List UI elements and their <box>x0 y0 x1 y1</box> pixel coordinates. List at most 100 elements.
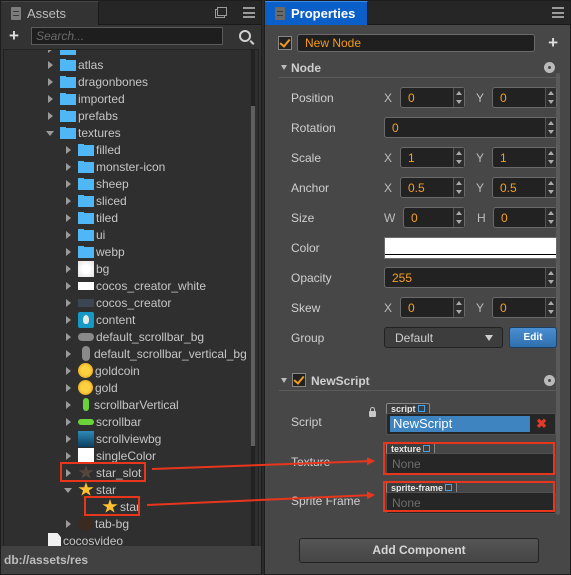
tab-assets[interactable]: Assets <box>1 1 99 25</box>
tree-item-gold[interactable]: gold <box>64 379 118 396</box>
tree-item-scrollbar[interactable]: scrollbar <box>64 413 141 430</box>
position-x-input[interactable]: 0 <box>400 87 465 108</box>
size-w-input[interactable]: 0 <box>403 207 465 228</box>
rotation-input[interactable]: 0 <box>384 117 557 138</box>
add-icon[interactable]: + <box>548 34 558 51</box>
collapse-arrow-icon[interactable] <box>64 145 74 155</box>
collapse-arrow-icon[interactable] <box>64 315 74 325</box>
tree-item-textures[interactable]: textures <box>46 124 121 141</box>
scale-y-input[interactable]: 1 <box>492 147 557 168</box>
create-asset-button[interactable]: + <box>5 27 23 45</box>
node-name-input[interactable] <box>297 34 535 52</box>
spinner[interactable] <box>545 208 556 227</box>
color-picker[interactable] <box>384 237 557 259</box>
expand-arrow-icon[interactable] <box>46 128 56 138</box>
tree-item-monster-icon[interactable]: monster-icon <box>64 158 165 175</box>
tree-item-star_slot[interactable]: star_slot <box>64 464 141 481</box>
tree-item-scrollviewbg[interactable]: scrollviewbg <box>64 430 161 447</box>
spinner[interactable] <box>453 88 464 107</box>
collapse-arrow-icon[interactable] <box>46 77 56 87</box>
texture-field[interactable]: None <box>386 453 556 475</box>
collapse-arrow-icon[interactable] <box>64 247 74 257</box>
search-input[interactable] <box>31 27 223 45</box>
collapse-arrow-icon[interactable] <box>64 349 74 359</box>
tree-item-tiled[interactable]: tiled <box>64 209 118 226</box>
collapse-arrow-icon[interactable] <box>46 94 56 104</box>
tree-item-imported[interactable]: imported <box>46 90 125 107</box>
skew-x-input[interactable]: 0 <box>400 297 465 318</box>
tree-item-prefabs[interactable]: prefabs <box>46 107 118 124</box>
tree-item-star[interactable]: star <box>88 498 140 515</box>
spinner[interactable] <box>545 148 556 167</box>
gear-icon[interactable] <box>545 376 554 385</box>
tree-item-singleColor[interactable]: singleColor <box>64 447 156 464</box>
collapse-arrow-icon[interactable] <box>64 332 74 342</box>
external-link-icon[interactable] <box>445 484 453 491</box>
collapse-arrow-icon[interactable] <box>64 213 74 223</box>
spinner[interactable] <box>545 298 556 317</box>
menu-icon[interactable] <box>552 7 564 18</box>
edit-group-button[interactable]: Edit <box>509 327 557 348</box>
collapse-arrow-icon[interactable] <box>64 264 74 274</box>
tree-item-sliced[interactable]: sliced <box>64 192 127 209</box>
spinner[interactable] <box>453 178 464 197</box>
spinner[interactable] <box>545 118 556 137</box>
collapse-arrow-icon[interactable] <box>281 65 287 70</box>
position-y-input[interactable]: 0 <box>492 87 557 108</box>
tree-item-star[interactable]: star <box>64 481 116 498</box>
collapse-arrow-icon[interactable] <box>64 451 74 461</box>
collapse-arrow-icon[interactable] <box>281 378 287 383</box>
collapse-arrow-icon[interactable] <box>64 383 74 393</box>
tree-item-scrollbarVertical[interactable]: scrollbarVertical <box>64 396 179 413</box>
node-section-header[interactable]: Node <box>279 58 556 78</box>
tree-item-goldcoin[interactable]: goldcoin <box>64 362 140 379</box>
collapse-arrow-icon[interactable] <box>64 366 74 376</box>
tree-item-dragonbones[interactable]: dragonbones <box>46 73 148 90</box>
tree-item-atlas[interactable]: atlas <box>46 56 103 73</box>
collapse-arrow-icon[interactable] <box>64 434 74 444</box>
node-active-checkbox[interactable] <box>278 36 292 50</box>
collapse-arrow-icon[interactable] <box>64 519 74 529</box>
external-link-icon[interactable] <box>417 405 425 412</box>
spinner[interactable] <box>453 298 464 317</box>
remove-icon[interactable]: ✖ <box>536 416 547 432</box>
tree-item-default_scrollbar_vertical_bg[interactable]: default_scrollbar_vertical_bg <box>64 345 247 362</box>
collapse-arrow-icon[interactable] <box>64 281 74 291</box>
tree-item-bg[interactable]: bg <box>64 260 109 277</box>
anchor-y-input[interactable]: 0.5 <box>492 177 557 198</box>
collapse-arrow-icon[interactable] <box>46 60 56 70</box>
collapse-arrow-icon[interactable] <box>64 230 74 240</box>
tree-item-tab-bg[interactable]: tab-bg <box>64 515 129 532</box>
tree-item-cocos_creator_white[interactable]: cocos_creator_white <box>64 277 206 294</box>
spinner[interactable] <box>545 88 556 107</box>
size-h-input[interactable]: 0 <box>493 207 557 228</box>
sprite-frame-field[interactable]: None <box>386 492 556 514</box>
skew-y-input[interactable]: 0 <box>492 297 557 318</box>
anchor-x-input[interactable]: 0.5 <box>400 177 465 198</box>
spinner[interactable] <box>453 148 464 167</box>
tree-scrollbar-thumb[interactable] <box>251 106 255 446</box>
popout-icon[interactable] <box>215 7 227 18</box>
tree-item-cocosvideo[interactable]: cocosvideo <box>46 532 123 546</box>
tree-item-cocos_creator[interactable]: cocos_creator <box>64 294 171 311</box>
collapse-arrow-icon[interactable] <box>64 400 74 410</box>
collapse-arrow-icon[interactable] <box>64 468 74 478</box>
script-field[interactable]: NewScript ✖ <box>386 413 556 435</box>
tree-item-content[interactable]: content <box>64 311 135 328</box>
collapse-arrow-icon[interactable] <box>64 417 74 427</box>
spinner[interactable] <box>545 178 556 197</box>
collapse-arrow-icon[interactable] <box>64 196 74 206</box>
tree-item-webp[interactable]: webp <box>64 243 125 260</box>
tree-item-ui[interactable]: ui <box>64 226 105 243</box>
collapse-arrow-icon[interactable] <box>64 179 74 189</box>
spinner[interactable] <box>545 268 556 287</box>
tree-scrollbar[interactable] <box>251 50 255 546</box>
collapse-arrow-icon[interactable] <box>64 162 74 172</box>
tree-item-filled[interactable]: filled <box>64 141 121 158</box>
collapse-arrow-icon[interactable] <box>46 111 56 121</box>
opacity-input[interactable]: 255 <box>384 267 557 288</box>
tree-item-default_scrollbar_bg[interactable]: default_scrollbar_bg <box>64 328 204 345</box>
tree-item-sheep[interactable]: sheep <box>64 175 129 192</box>
group-select[interactable]: Default <box>384 327 503 348</box>
tab-properties[interactable]: Properties <box>265 1 368 25</box>
